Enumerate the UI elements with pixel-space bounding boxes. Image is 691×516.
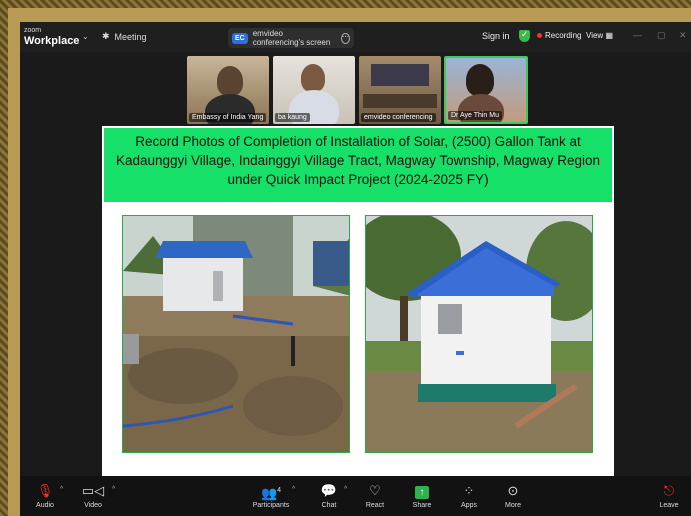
apps-label: Apps xyxy=(461,502,477,509)
recording-indicator[interactable]: Recording xyxy=(537,31,581,40)
share-label: Share xyxy=(412,502,432,509)
participant-head xyxy=(301,64,325,92)
app-brand: zoom Workplace xyxy=(24,26,80,47)
more-options-icon[interactable]: ⋯ xyxy=(341,32,350,44)
apps-icon: ⁘ xyxy=(463,483,475,498)
tank-photo-right xyxy=(365,215,593,453)
leave-label: Leave xyxy=(659,502,679,509)
participants-icon: 👥4 xyxy=(260,485,282,501)
slide-title: Record Photos of Completion of Installat… xyxy=(104,128,612,202)
participant-head xyxy=(466,64,494,96)
react-label: React xyxy=(365,502,385,509)
meeting-toolbar: 🎙 Audio ^ ▭◁ Video ^ 👥4 Participants ^ 💬… xyxy=(20,476,691,516)
meeting-info-button[interactable]: ✱ Meeting xyxy=(102,31,147,42)
title-bar: zoom Workplace ⌄ ✱ Meeting EC emvideo co… xyxy=(20,22,691,52)
zoom-window: zoom Workplace ⌄ ✱ Meeting EC emvideo co… xyxy=(20,22,691,516)
chevron-down-icon[interactable]: ⌄ xyxy=(82,32,89,41)
video-options-caret-icon[interactable]: ^ xyxy=(112,486,115,493)
more-icon: ⊙ xyxy=(507,483,519,498)
record-dot-icon xyxy=(537,33,542,38)
video-tile-active[interactable]: Dr Aye Thin Mu xyxy=(444,56,528,124)
participant-name: Dr Aye Thin Mu xyxy=(448,111,502,120)
leave-icon: ⎋ xyxy=(663,483,675,498)
tank-photo-left xyxy=(122,215,350,453)
participant-head xyxy=(217,66,243,96)
recording-label: Recording xyxy=(545,31,582,40)
participant-name: emvideo conferencing xyxy=(361,113,436,122)
participants-label: Participants xyxy=(252,502,290,509)
apps-button[interactable]: ⁘ Apps xyxy=(444,482,494,509)
share-screen-icon: ↑ xyxy=(397,482,447,500)
shared-screen: Record Photos of Completion of Installat… xyxy=(102,126,614,476)
meeting-label: Meeting xyxy=(114,31,147,42)
audio-label: Audio xyxy=(36,502,54,509)
participants-icon: ✱ xyxy=(102,31,110,41)
heart-icon: ♡ xyxy=(369,483,381,498)
brand-large: Workplace xyxy=(24,35,80,47)
tank-photo-right-image xyxy=(366,216,592,452)
view-button[interactable]: View ▦ xyxy=(586,31,613,40)
participants-button[interactable]: 👥4 Participants xyxy=(246,482,296,509)
camera-icon: ▭◁ xyxy=(81,483,105,498)
sharer-avatar: EC xyxy=(232,32,248,44)
leave-button[interactable]: ⎋ Leave xyxy=(647,482,691,509)
shield-icon[interactable] xyxy=(519,29,530,42)
view-label: View xyxy=(586,31,604,40)
chat-options-caret-icon[interactable]: ^ xyxy=(344,486,347,493)
close-icon[interactable]: ✕ xyxy=(679,30,687,41)
conference-screen xyxy=(371,64,429,86)
more-button[interactable]: ⊙ More xyxy=(488,482,538,509)
share-button[interactable]: ↑ Share xyxy=(397,482,447,509)
video-button[interactable]: ▭◁ Video xyxy=(68,482,118,509)
more-label: More xyxy=(505,502,521,509)
conference-table xyxy=(363,94,437,108)
video-tile[interactable]: Embassy of India Yang xyxy=(187,56,269,124)
grid-icon: ▦ xyxy=(605,31,613,40)
minimize-icon[interactable]: — xyxy=(633,30,642,40)
tank-photo-left-image xyxy=(123,216,349,452)
sign-in-link[interactable]: Sign in xyxy=(482,31,510,41)
video-tile[interactable]: ba kaung xyxy=(273,56,355,124)
share-text: emvideo conferencing's screen xyxy=(252,29,331,47)
maximize-icon[interactable]: ▢ xyxy=(657,30,666,41)
participant-name: Embassy of India Yang xyxy=(189,113,267,122)
screen-share-indicator[interactable]: EC emvideo conferencing's screen ⋯ xyxy=(228,28,354,48)
audio-options-caret-icon[interactable]: ^ xyxy=(60,486,63,493)
participants-options-caret-icon[interactable]: ^ xyxy=(292,486,295,493)
react-button[interactable]: ♡ React xyxy=(350,482,400,509)
chat-label: Chat xyxy=(321,502,337,509)
video-label: Video xyxy=(84,502,102,509)
video-tile[interactable]: emvideo conferencing xyxy=(359,56,441,124)
participants-count: 4 xyxy=(277,487,282,494)
participant-name: ba kaung xyxy=(275,113,310,122)
